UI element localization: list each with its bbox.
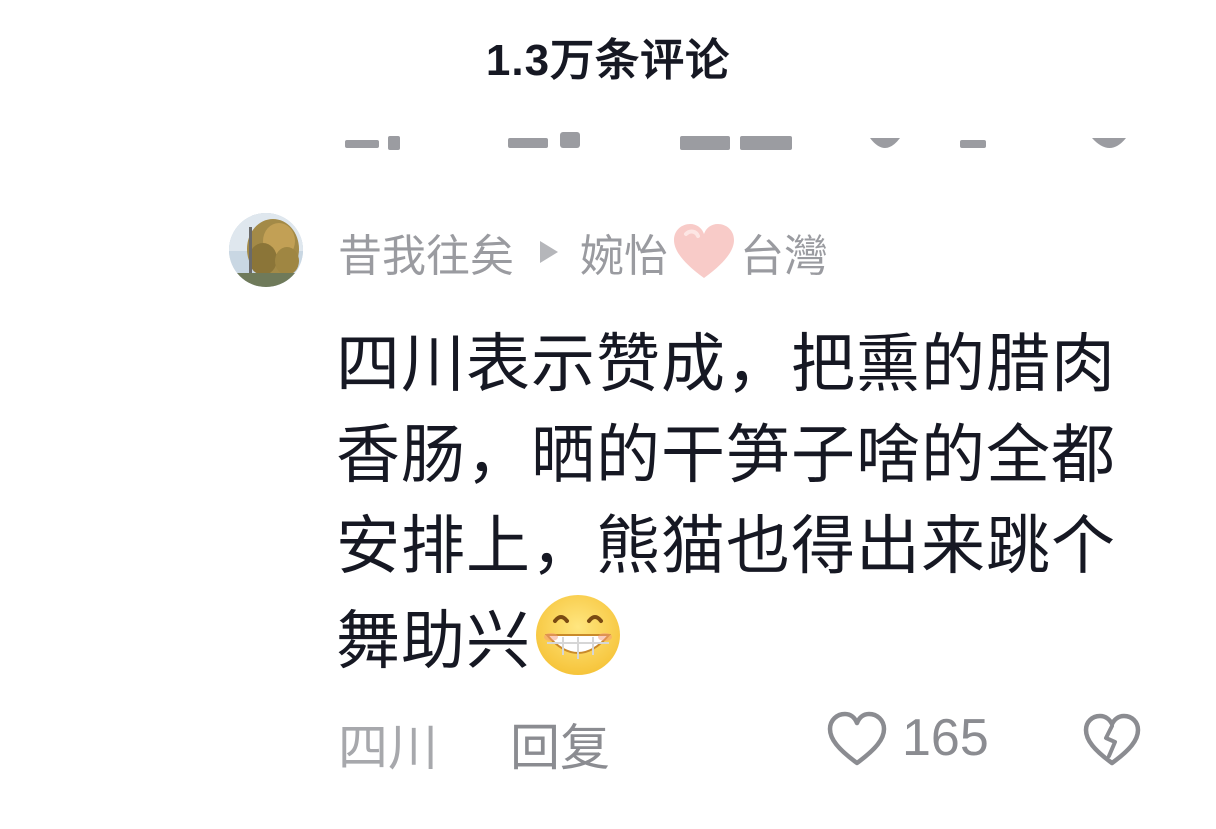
reply-button[interactable]: 回复 bbox=[510, 708, 610, 780]
scrolled-off-text: ▔▔ ▔▔▔ bbox=[200, 0, 345, 16]
comment-location: 四川 bbox=[338, 719, 438, 777]
previous-comment-actions bbox=[0, 108, 1216, 150]
comment-item: 昔我往矣 婉怡 台灣 四川表示赞成，把熏的腊肉香肠，晒的干笋子啥的全都安排上，熊… bbox=[0, 200, 1216, 800]
comment-count-title: 1.3万条评论 bbox=[485, 36, 731, 85]
reply-to-name[interactable]: 婉怡 bbox=[580, 220, 668, 284]
reply-arrow-icon bbox=[540, 241, 558, 263]
comments-panel: ▔▔ ▔▔▔ 1.3万条评论 bbox=[0, 0, 1216, 829]
comment-actions: 四川 回复 165 bbox=[0, 708, 1216, 777]
grin-emoji-icon bbox=[536, 595, 620, 675]
like-count: 165 bbox=[902, 709, 989, 767]
avatar[interactable] bbox=[229, 213, 303, 287]
pink-heart-icon bbox=[674, 224, 734, 278]
previous-comment-actions-glyphs bbox=[345, 132, 1126, 150]
comments-header: 1.3万条评论 bbox=[0, 20, 1216, 92]
author-name[interactable]: 昔我往矣 bbox=[338, 220, 514, 284]
like-heart-icon[interactable] bbox=[826, 710, 888, 768]
reply-to-suffix: 台灣 bbox=[740, 231, 828, 282]
comment-author-line: 昔我往矣 婉怡 台灣 bbox=[338, 220, 828, 284]
comment-text: 四川表示赞成，把熏的腊肉香肠，晒的干笋子啥的全都安排上，熊猫也得出来跳个舞助兴 bbox=[336, 320, 1136, 688]
broken-heart-icon[interactable] bbox=[1082, 712, 1142, 768]
comment-body: 四川表示赞成，把熏的腊肉香肠，晒的干笋子啥的全都安排上，熊猫也得出来跳个舞助兴 bbox=[336, 328, 1116, 679]
